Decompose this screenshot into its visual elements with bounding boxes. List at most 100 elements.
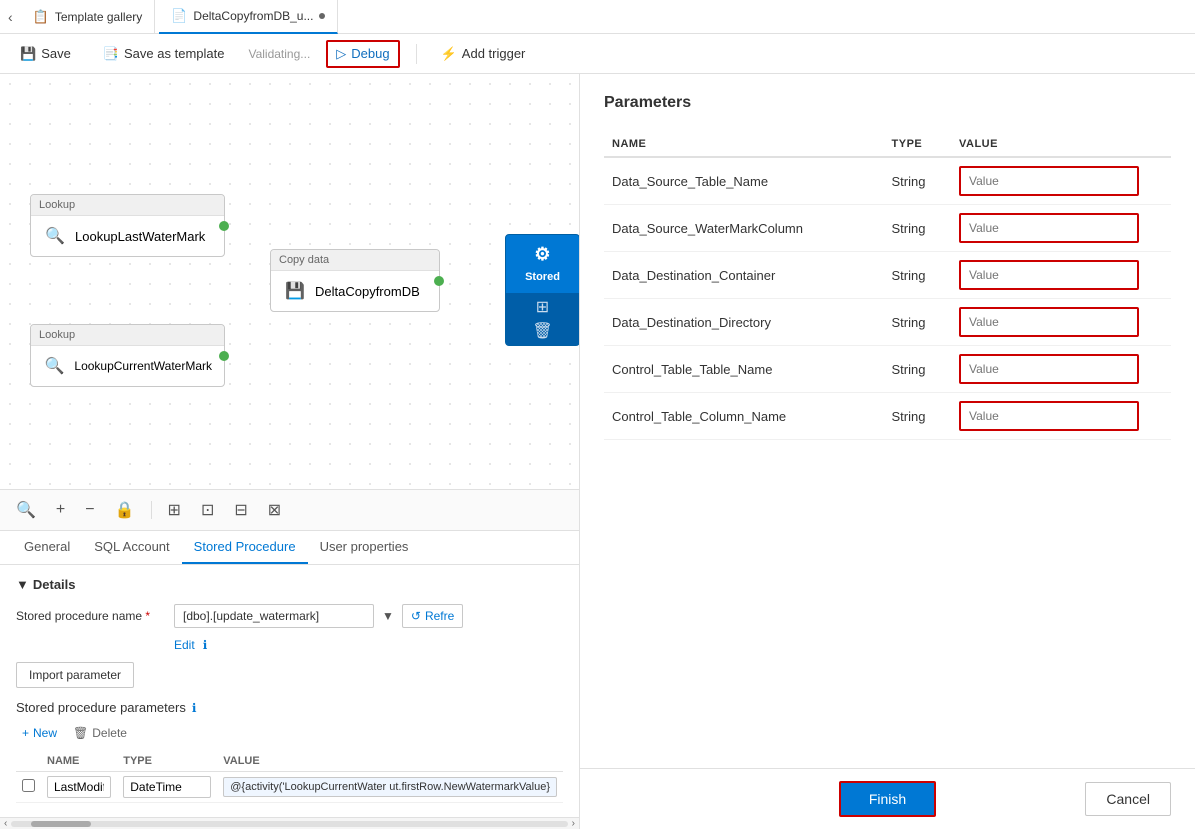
col-type-header: TYPE xyxy=(117,751,217,772)
stored-proc-dropdown-icon[interactable]: ▼ xyxy=(382,609,394,623)
lookup-1-icon: 🔍 xyxy=(43,224,67,248)
rp-param-2-value-input[interactable] xyxy=(959,213,1139,243)
tab-sql-account[interactable]: SQL Account xyxy=(82,531,181,564)
stored-proc-name-input[interactable] xyxy=(174,604,374,628)
import-parameter-label: Import parameter xyxy=(29,668,121,682)
right-panel-footer: Finish Cancel xyxy=(580,768,1195,829)
rp-param-2-type: String xyxy=(884,205,951,252)
rp-param-3-value-cell xyxy=(951,252,1171,299)
lookup-1-header-label: Lookup xyxy=(39,199,75,211)
copy-header-label: Copy data xyxy=(279,254,329,266)
rp-param-1-type: String xyxy=(884,157,951,205)
tab-general-label: General xyxy=(24,539,70,554)
details-chevron-icon: ▼ xyxy=(16,577,29,592)
fit-tool-icon[interactable]: ⊞ xyxy=(164,496,185,524)
tab-user-properties[interactable]: User properties xyxy=(308,531,421,564)
tab-template-gallery[interactable]: 📋 Template gallery xyxy=(21,0,156,34)
lookup-node-1[interactable]: Lookup 🔍 LookupLastWaterMark xyxy=(30,194,225,257)
save-button[interactable]: 💾 Save xyxy=(12,42,79,66)
rp-param-4-value-cell xyxy=(951,299,1171,346)
stored-proc-node[interactable]: ⚙ Stored ⊞ 🗑 xyxy=(505,234,579,346)
stored-node-table-icon: ⊞ xyxy=(536,297,549,317)
save-as-template-label: Save as template xyxy=(124,46,224,61)
save-as-template-button[interactable]: 📑 Save as template xyxy=(95,42,233,66)
rp-param-5-value-input[interactable] xyxy=(959,354,1139,384)
stored-proc-name-row: Stored procedure name * ▼ ↺ Refre xyxy=(16,604,563,628)
edit-link[interactable]: Edit xyxy=(174,638,195,652)
lookup-2-label: LookupCurrentWaterMark xyxy=(74,359,212,373)
scrollbar-track[interactable] xyxy=(11,821,567,827)
copy-node[interactable]: Copy data 💾 DeltaCopyfromDB xyxy=(270,249,440,312)
debug-icon: ▷ xyxy=(336,46,346,62)
params-actions-row: + New 🗑 Delete xyxy=(16,723,563,743)
top-tab-bar: ‹ 📋 Template gallery 📄 DeltaCopyfromDB_u… xyxy=(0,0,1195,34)
rp-param-6-value-input[interactable] xyxy=(959,401,1139,431)
refresh-button[interactable]: ↺ Refre xyxy=(402,604,463,628)
rp-param-4-value-input[interactable] xyxy=(959,307,1139,337)
rp-param-5-value-cell xyxy=(951,346,1171,393)
param-row-1-checkbox[interactable] xyxy=(22,779,35,792)
copy-label: DeltaCopyfromDB xyxy=(315,284,420,299)
details-label: Details xyxy=(33,577,76,592)
scrollbar-thumb[interactable] xyxy=(31,821,91,827)
parameters-title: Parameters xyxy=(604,94,1171,112)
add-trigger-icon: ⚡ xyxy=(441,46,457,62)
save-icon: 💾 xyxy=(20,46,36,62)
scroll-left-arrow[interactable]: ‹ xyxy=(4,818,7,829)
expand-tool-icon[interactable]: ⊟ xyxy=(230,496,251,524)
toolbar-separator xyxy=(416,44,417,64)
rp-param-1-value-input[interactable] xyxy=(959,166,1139,196)
finish-button[interactable]: Finish xyxy=(839,781,936,817)
add-trigger-label: Add trigger xyxy=(462,46,526,61)
stored-proc-params-header: Stored procedure parameters ℹ xyxy=(16,700,563,715)
add-trigger-button[interactable]: ⚡ Add trigger xyxy=(433,42,534,66)
tab-general[interactable]: General xyxy=(12,531,82,564)
rp-col-name-header: NAME xyxy=(604,132,884,157)
tab-template-gallery-label: Template gallery xyxy=(55,10,142,24)
params-table: NAME TYPE VALUE xyxy=(16,751,563,803)
rp-param-6-value-cell xyxy=(951,393,1171,440)
lookup-node-2[interactable]: Lookup 🔍 LookupCurrentWaterMark xyxy=(30,324,225,387)
import-parameter-button[interactable]: Import parameter xyxy=(16,662,134,688)
select-tool-icon[interactable]: ⊡ xyxy=(197,496,218,524)
rp-param-4-name: Data_Destination_Directory xyxy=(604,299,884,346)
copy-icon: 💾 xyxy=(283,279,307,303)
param-row-1-name-cell xyxy=(41,772,117,803)
rp-param-5-name: Control_Table_Table_Name xyxy=(604,346,884,393)
collapse-tool-icon[interactable]: ⊠ xyxy=(264,496,285,524)
lock-tool-icon[interactable]: 🔒 xyxy=(111,496,139,524)
tab-stored-procedure[interactable]: Stored Procedure xyxy=(182,531,308,564)
param-row-1-value-cell: @{activity('LookupCurrentWater ut.firstR… xyxy=(217,772,563,803)
cancel-button[interactable]: Cancel xyxy=(1085,782,1171,816)
param-row-1-value[interactable]: @{activity('LookupCurrentWater ut.firstR… xyxy=(223,777,557,797)
scroll-right-arrow[interactable]: › xyxy=(572,818,575,829)
param-row-1-type-select[interactable]: DateTime String Int Boolean xyxy=(123,776,211,798)
refresh-icon: ↺ xyxy=(411,609,421,623)
tab-user-properties-label: User properties xyxy=(320,539,409,554)
copy-node-header: Copy data xyxy=(271,250,439,271)
rp-param-3-value-input[interactable] xyxy=(959,260,1139,290)
lookup-node-2-header: Lookup xyxy=(31,325,224,346)
minus-tool-icon[interactable]: − xyxy=(81,497,98,523)
tool-separator-1 xyxy=(151,501,152,519)
debug-button[interactable]: ▷ Debug xyxy=(326,40,399,68)
lookup-1-label: LookupLastWaterMark xyxy=(75,229,205,244)
delete-param-button[interactable]: 🗑 Delete xyxy=(67,723,133,743)
param-row-1-name-input[interactable] xyxy=(47,776,111,798)
rp-col-type-header: TYPE xyxy=(884,132,951,157)
pipeline-canvas[interactable]: Lookup 🔍 LookupLastWaterMark Lookup 🔍 Lo… xyxy=(0,74,579,489)
rp-param-2-name: Data_Source_WaterMarkColumn xyxy=(604,205,884,252)
right-panel-content: Parameters NAME TYPE VALUE Data_Source_T… xyxy=(580,74,1195,768)
rp-param-row-6: Control_Table_Column_Name String xyxy=(604,393,1171,440)
tab-dot xyxy=(319,13,325,19)
add-tool-icon[interactable]: + xyxy=(52,497,69,523)
nav-back-icon[interactable]: ‹ xyxy=(8,9,13,25)
search-tool-icon[interactable]: 🔍 xyxy=(12,496,40,524)
new-param-button[interactable]: + New xyxy=(16,723,63,743)
details-section-title: ▼ Details xyxy=(16,577,563,592)
right-panel: Parameters NAME TYPE VALUE Data_Source_T… xyxy=(580,74,1195,829)
horizontal-scrollbar[interactable]: ‹ › xyxy=(0,817,579,829)
tab-delta-copy[interactable]: 📄 DeltaCopyfromDB_u... xyxy=(159,0,338,34)
param-row-1-checkbox-cell xyxy=(16,772,41,803)
main-toolbar: 💾 Save 📑 Save as template Validating... … xyxy=(0,34,1195,74)
